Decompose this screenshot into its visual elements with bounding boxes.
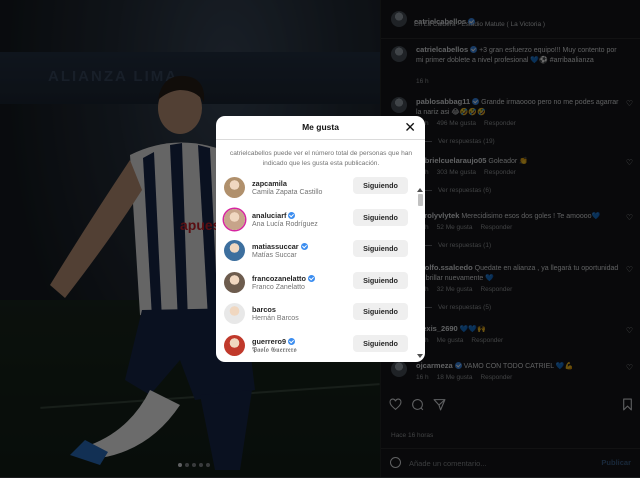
following-button[interactable]: Siguiendo <box>353 271 408 289</box>
liker-full-name: Franco Zanelatto <box>252 283 305 291</box>
liker-full-name: Hernán Barcos <box>252 315 299 322</box>
following-button[interactable]: Siguiendo <box>353 303 408 320</box>
liker-username-line: guerrero9 <box>252 337 296 346</box>
liker-full-name: Matías Succar <box>252 252 297 259</box>
scroll-up-arrow-icon[interactable] <box>417 188 423 192</box>
verified-badge-icon <box>288 211 296 219</box>
liker-avatar[interactable] <box>224 334 245 356</box>
liker-avatar[interactable] <box>224 271 245 293</box>
liker-username-line: barcos <box>252 305 276 314</box>
verified-badge-icon <box>307 274 315 282</box>
following-button[interactable]: Siguiendo <box>353 334 408 352</box>
liker-username[interactable]: matiassuccar <box>252 242 299 251</box>
liker-username[interactable]: guerrero9 <box>252 337 286 346</box>
modal-header: Me gusta ✕ <box>216 116 425 140</box>
following-button[interactable]: Siguiendo <box>353 208 408 226</box>
liker-username[interactable]: barcos <box>252 305 276 314</box>
liker-row[interactable]: francozanelatto Franco Zanelatto Siguiendo <box>216 269 425 298</box>
liker-username-line: analuciarf <box>252 211 296 220</box>
following-button[interactable]: Siguiendo <box>353 240 408 257</box>
likes-modal: Me gusta ✕ catrielcabellos puede ver el … <box>216 116 425 362</box>
liker-username-line: zapcamila <box>252 179 287 188</box>
following-button[interactable]: Siguiendo <box>353 177 408 194</box>
liker-username[interactable]: francozanelatto <box>252 274 306 283</box>
liker-username-line: francozanelatto <box>252 274 315 283</box>
liker-row[interactable]: analuciarf Ana Lucía Rodríguez Siguiendo <box>216 206 425 235</box>
liker-row[interactable]: barcos Hernán Barcos Siguiendo <box>216 300 425 329</box>
liker-username[interactable]: analuciarf <box>252 211 286 220</box>
liker-full-name: 𝕻𝖆𝖔𝖑𝖔 𝕲𝖚𝖊𝖗𝖗𝖊𝖗𝖔 <box>252 346 297 354</box>
scroll-thumb[interactable] <box>418 194 423 206</box>
scroll-down-arrow-icon[interactable] <box>417 354 423 358</box>
likers-list: zapcamila Camila Zapata Castillo Siguiendo… <box>216 174 425 362</box>
liker-row[interactable]: matiassuccar Matías Succar Siguiendo <box>216 237 425 266</box>
liker-username[interactable]: zapcamila <box>252 179 287 188</box>
liker-avatar[interactable] <box>224 303 245 324</box>
liker-avatar[interactable] <box>224 208 245 230</box>
liker-full-name: Ana Lucía Rodríguez <box>252 220 318 228</box>
modal-scrollbar[interactable] <box>417 188 424 358</box>
liker-row[interactable]: guerrero9 𝕻𝖆𝖔𝖑𝖔 𝕲𝖚𝖊𝖗𝖗𝖊𝖗𝖔 Siguiendo <box>216 332 425 361</box>
verified-badge-icon <box>300 243 308 250</box>
liker-row[interactable]: zapcamila Camila Zapata Castillo Siguiendo <box>216 174 425 203</box>
liker-full-name: Camila Zapata Castillo <box>252 189 323 196</box>
verified-badge-icon <box>288 337 296 345</box>
close-icon[interactable]: ✕ <box>404 119 416 136</box>
liker-avatar[interactable] <box>224 177 245 198</box>
modal-title: Me gusta <box>302 122 339 132</box>
liker-username-line: matiassuccar <box>252 242 308 251</box>
likes-privacy-info: catrielcabellos puede ver el número tota… <box>229 150 413 167</box>
liker-avatar[interactable] <box>224 240 245 261</box>
